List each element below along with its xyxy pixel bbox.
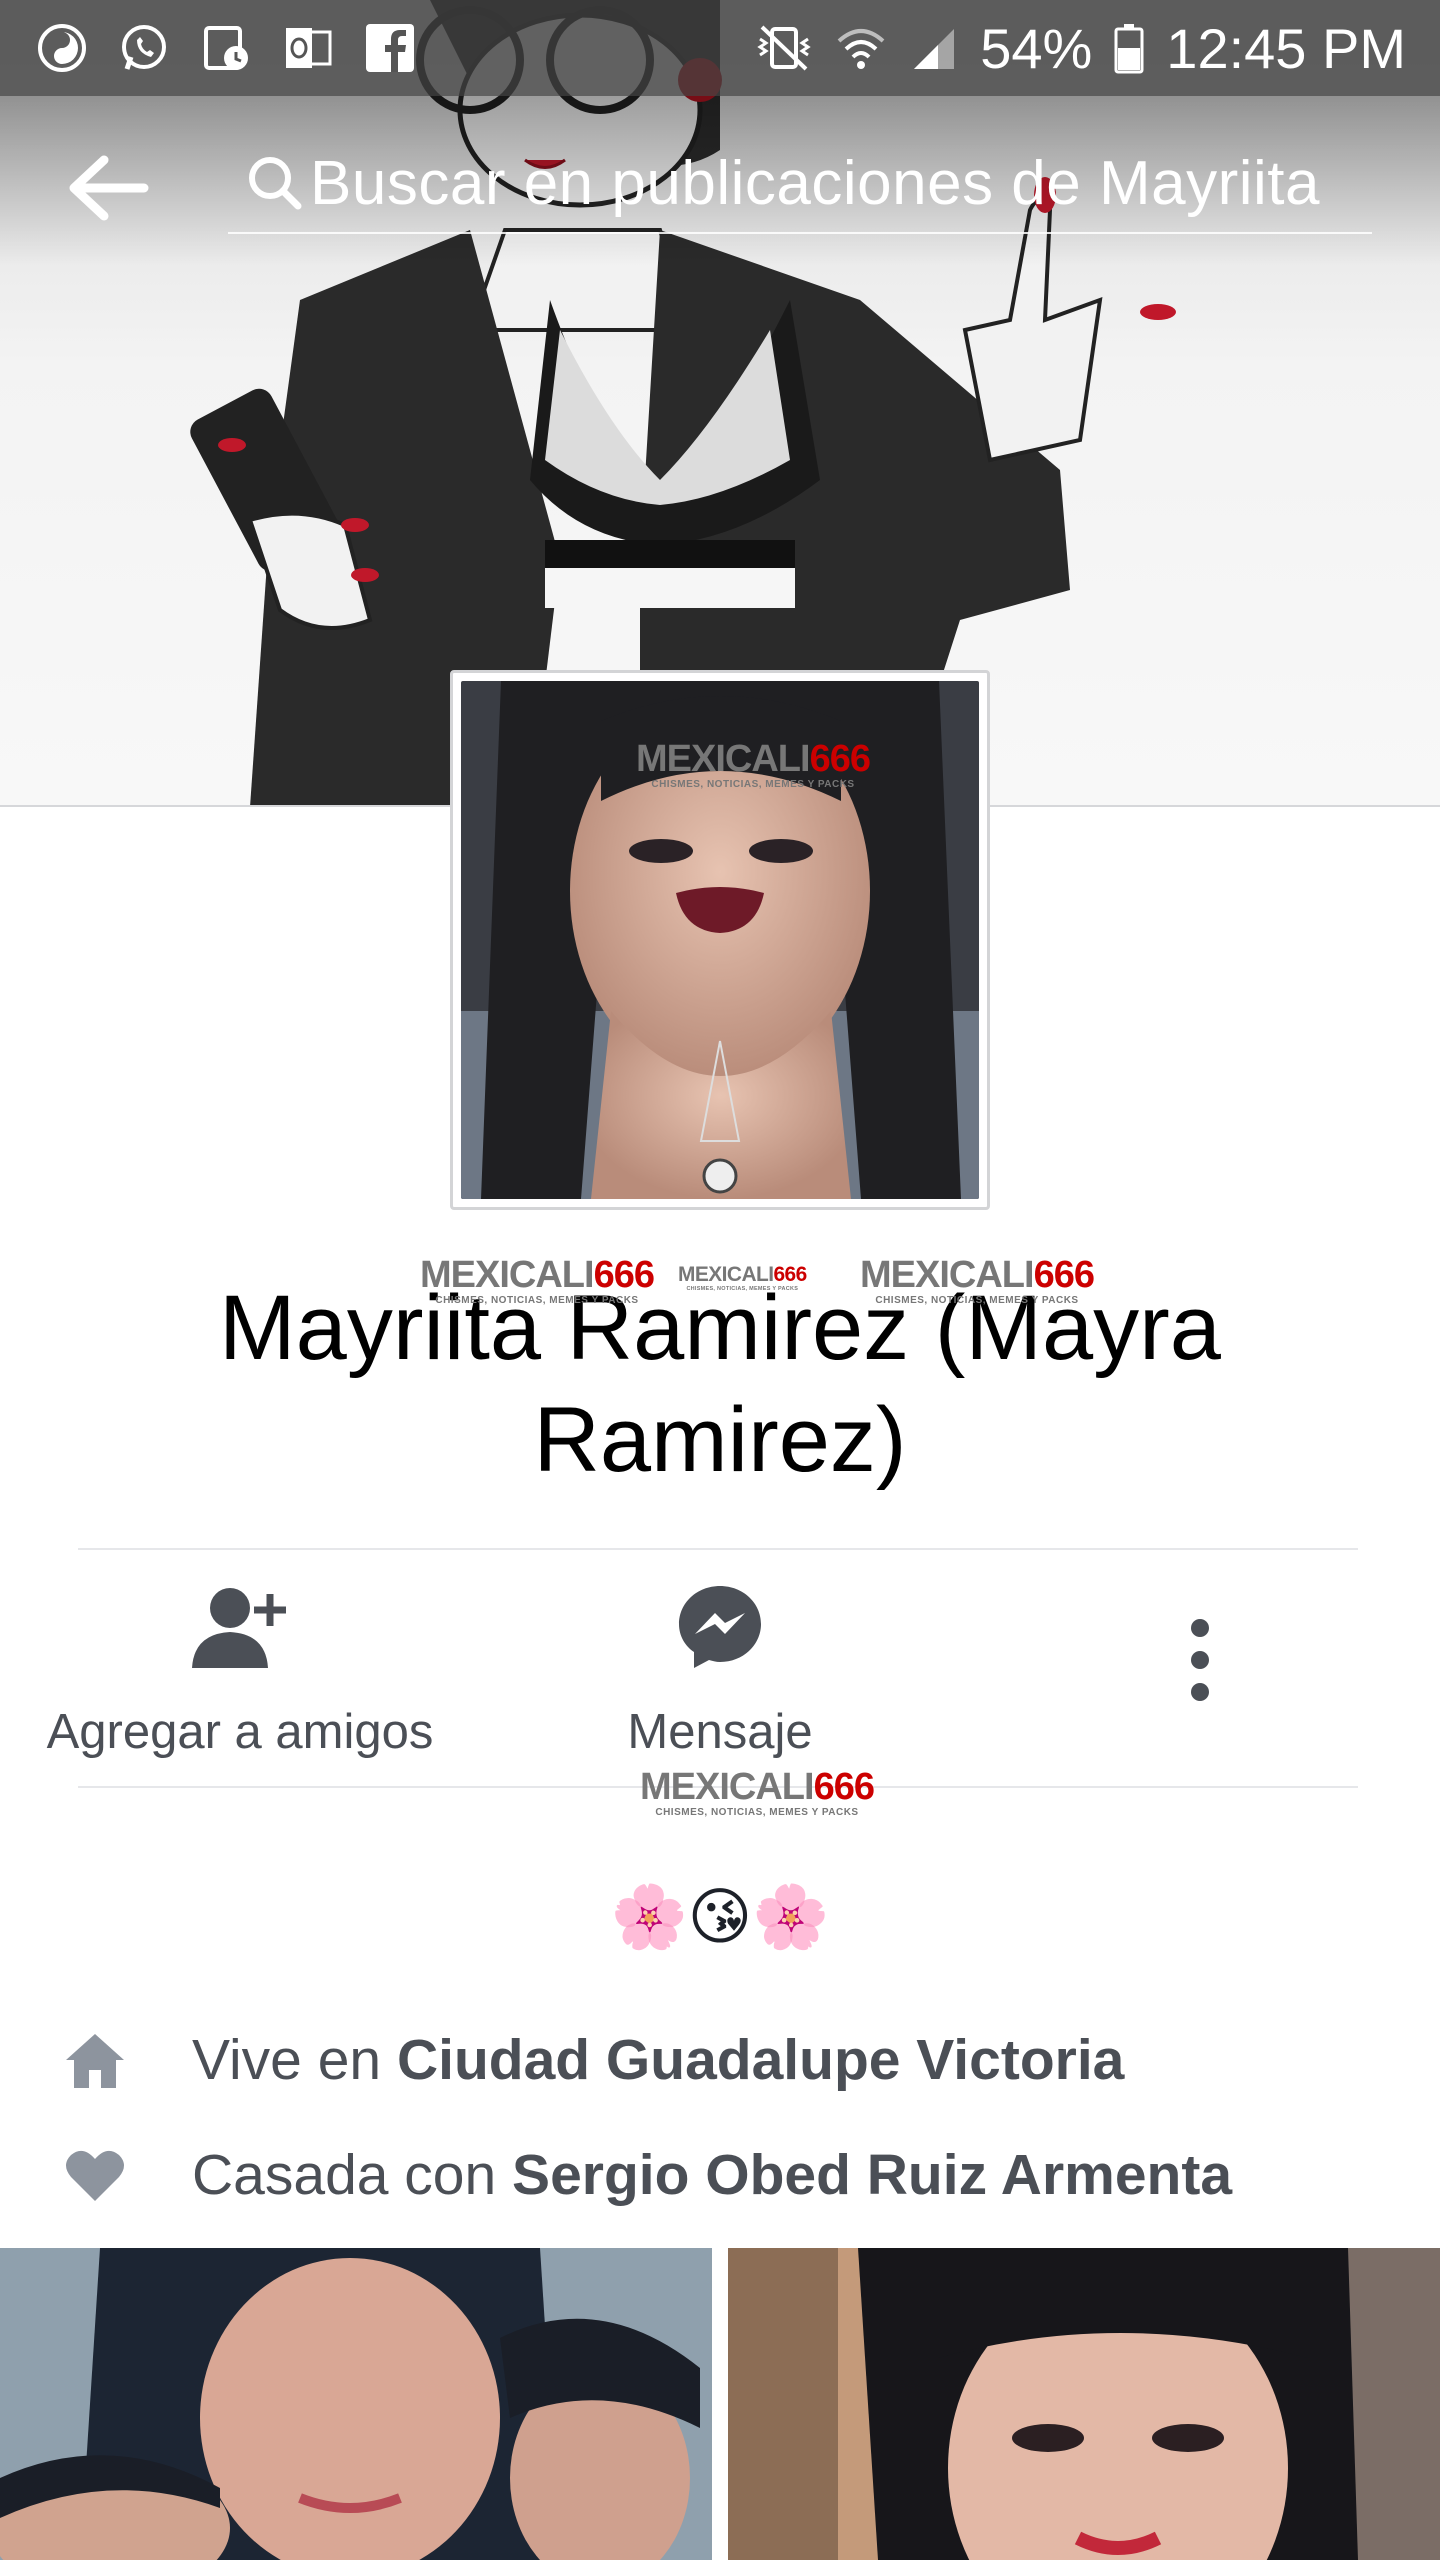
calendar-icon bbox=[198, 20, 254, 76]
info-lives-in[interactable]: Vive en Ciudad Guadalupe Victoria bbox=[60, 2015, 1124, 2105]
married-prefix: Casada con bbox=[192, 2143, 513, 2207]
message-button[interactable]: Mensaje bbox=[560, 1560, 880, 1785]
status-bar: 54% 12:45 PM bbox=[0, 0, 1440, 96]
info-relationship[interactable]: Casada con Sergio Obed Ruiz Armenta bbox=[60, 2130, 1232, 2220]
featured-photo[interactable] bbox=[728, 2248, 1440, 2560]
more-options-button[interactable] bbox=[1160, 1600, 1240, 1720]
battery-percent: 54% bbox=[980, 16, 1093, 80]
married-name[interactable]: Sergio Obed Ruiz Armenta bbox=[512, 2143, 1232, 2207]
heart-icon bbox=[60, 2140, 130, 2210]
watermark-logo: MEXICALI666 CHISMES, NOTICIAS, MEMES Y P… bbox=[678, 1262, 807, 1292]
search-input[interactable]: Buscar en publicaciones de Mayriita bbox=[228, 134, 1372, 234]
messenger-icon bbox=[679, 1586, 761, 1668]
arrow-left-icon bbox=[69, 155, 149, 221]
featured-photo[interactable] bbox=[0, 2248, 712, 2560]
watermark-logo: MEXICALI666 CHISMES, NOTICIAS, MEMES Y P… bbox=[636, 738, 871, 790]
watermark-logo: MEXICALI666 CHISMES, NOTICIAS, MEMES Y P… bbox=[640, 1766, 875, 1818]
search-icon bbox=[249, 157, 302, 210]
swirl-app-icon bbox=[34, 20, 90, 76]
facebook-icon bbox=[362, 20, 418, 76]
message-label: Mensaje bbox=[627, 1705, 813, 1759]
lives-place[interactable]: Ciudad Guadalupe Victoria bbox=[397, 2028, 1124, 2092]
vibrate-icon bbox=[756, 23, 812, 73]
home-icon bbox=[60, 2025, 130, 2095]
search-text[interactable]: Buscar en publicaciones de Mayriita bbox=[310, 148, 1372, 219]
back-button[interactable] bbox=[62, 148, 152, 228]
battery-icon bbox=[1114, 22, 1144, 74]
clock: 12:45 PM bbox=[1166, 16, 1406, 80]
profile-bio: 🌸😘🌸 bbox=[610, 1883, 830, 1952]
watermark-logo: MEXICALI666 CHISMES, NOTICIAS, MEMES Y P… bbox=[860, 1254, 1095, 1306]
top-bar: Buscar en publicaciones de Mayriita bbox=[0, 96, 1440, 266]
watermark-logo: MEXICALI666 CHISMES, NOTICIAS, MEMES Y P… bbox=[420, 1254, 655, 1306]
outlook-icon bbox=[280, 20, 336, 76]
signal-icon bbox=[910, 23, 958, 73]
lives-prefix: Vive en bbox=[192, 2028, 397, 2092]
more-vertical-icon bbox=[1191, 1619, 1209, 1701]
whatsapp-icon bbox=[116, 20, 172, 76]
profile-name: Mayriita Ramirez (Mayra Ramirez) bbox=[219, 1277, 1221, 1491]
add-friend-label: Agregar a amigos bbox=[46, 1705, 434, 1759]
wifi-icon bbox=[834, 23, 888, 73]
add-friend-icon bbox=[192, 1588, 286, 1668]
divider bbox=[78, 1548, 1358, 1550]
featured-photos bbox=[0, 2248, 1440, 2560]
add-friend-button[interactable]: Agregar a amigos bbox=[20, 1560, 460, 1785]
